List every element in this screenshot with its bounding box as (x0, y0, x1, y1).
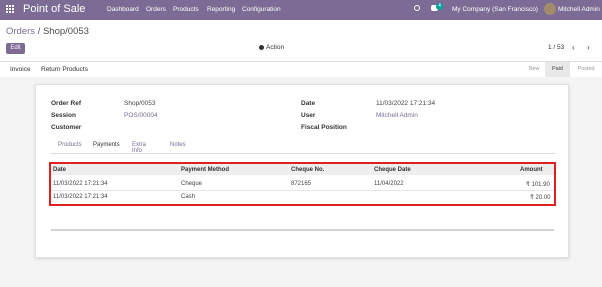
status-bar: Invoice Return Products New Paid Posted (0, 61, 602, 78)
action-button[interactable]: Action (259, 44, 284, 51)
menu-dashboard[interactable]: Dashboard (107, 6, 139, 13)
tab-notes[interactable]: Notes (170, 142, 186, 148)
edit-button[interactable]: Edit (6, 43, 25, 54)
user-label: User (301, 112, 316, 119)
menu-orders[interactable]: Orders (146, 6, 166, 13)
order-ref-label: Order Ref (51, 100, 81, 107)
action-label: Action (266, 44, 285, 51)
date-value: 11/03/2022 17:21:34 (376, 100, 436, 107)
chevron-right-icon[interactable]: › (587, 43, 590, 52)
apps-menu-icon[interactable] (6, 5, 15, 14)
pager-value[interactable]: 1 / 53 (548, 44, 564, 51)
tab-products[interactable]: Products (58, 142, 82, 148)
tab-divider (50, 153, 555, 154)
tab-payments[interactable]: Payments (93, 142, 120, 148)
menu-products[interactable]: Products (173, 6, 199, 13)
chevron-left-icon[interactable]: ‹ (572, 43, 575, 52)
activity-clock-icon[interactable] (414, 5, 420, 11)
menu-configuration[interactable]: Configuration (242, 6, 281, 13)
chat-badge: 4 (436, 3, 443, 10)
breadcrumb-current: Shop/0053 (42, 26, 89, 37)
invoice-button[interactable]: Invoice (10, 66, 31, 73)
order-ref-value: Shop/0053 (124, 100, 156, 107)
customer-label: Customer (51, 124, 82, 131)
date-label: Date (301, 100, 316, 107)
session-label: Session (51, 112, 76, 119)
stage-new[interactable]: New (523, 62, 545, 77)
session-link[interactable]: POS/00004 (124, 112, 158, 119)
company-switcher[interactable]: My Company (San Francisco) (452, 6, 538, 13)
top-navbar: Point of Sale Dashboard Orders Products … (0, 0, 602, 20)
horizontal-scrollbar[interactable] (51, 229, 554, 231)
breadcrumb: Orders / Shop/0053 (6, 26, 89, 37)
user-menu[interactable]: Mitchell Admin (558, 6, 600, 13)
user-link[interactable]: Mitchell Admin (376, 112, 418, 119)
fiscal-position-label: Fiscal Position (301, 124, 347, 131)
stage-paid[interactable]: Paid (545, 62, 570, 77)
payments-highlight-box (49, 162, 556, 206)
breadcrumb-orders[interactable]: Orders (6, 26, 35, 37)
avatar[interactable] (544, 3, 556, 15)
menu-reporting[interactable]: Reporting (207, 6, 235, 13)
app-brand[interactable]: Point of Sale (23, 3, 85, 15)
stage-posted[interactable]: Posted (570, 62, 602, 77)
return-products-button[interactable]: Return Products (41, 66, 88, 73)
breadcrumb-separator: / (35, 26, 43, 37)
gear-icon (259, 44, 264, 50)
